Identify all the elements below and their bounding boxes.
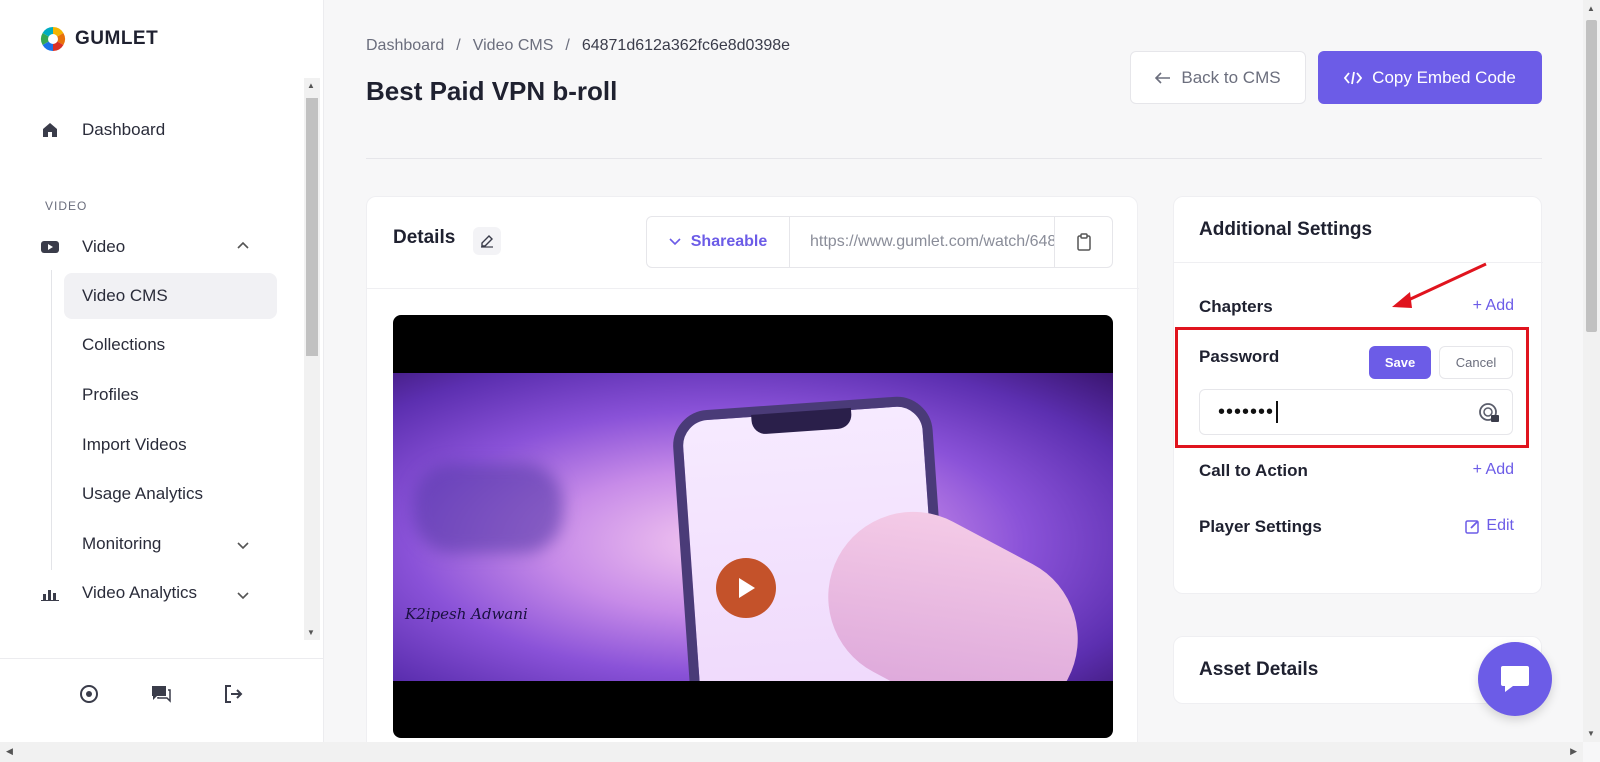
page-title: Best Paid VPN b-roll bbox=[366, 76, 618, 106]
chevron-down-icon[interactable] bbox=[237, 539, 249, 553]
home-icon bbox=[40, 120, 60, 140]
share-mode-dropdown[interactable]: Shareable bbox=[647, 217, 790, 267]
gumlet-logo-icon bbox=[40, 26, 66, 51]
details-header: Details Shareable https://www.gumlet.com… bbox=[367, 197, 1139, 289]
video-icon bbox=[40, 237, 60, 257]
sidebar-item-collections[interactable]: Collections bbox=[64, 322, 277, 368]
breadcrumb-video-cms[interactable]: Video CMS bbox=[473, 37, 554, 55]
edit-details-button[interactable] bbox=[473, 227, 501, 255]
breadcrumb-dashboard[interactable]: Dashboard bbox=[366, 37, 444, 55]
page-scrollbar-vertical[interactable]: ▲ ▼ bbox=[1583, 0, 1600, 742]
code-icon bbox=[1344, 71, 1363, 84]
submenu-line bbox=[51, 270, 52, 570]
breadcrumb-current: 64871d612a362fc6e8d0398e bbox=[581, 37, 791, 54]
logo[interactable]: GUMLET bbox=[40, 26, 158, 52]
copy-embed-code-button[interactable]: Copy Embed Code bbox=[1318, 51, 1542, 104]
share-url-field[interactable]: https://www.gumlet.com/watch/64871d612a3… bbox=[790, 217, 1055, 267]
video-player[interactable]: K2ipesh Adwani bbox=[393, 315, 1113, 738]
breadcrumb: Dashboard / Video CMS / 64871d612a362fc6… bbox=[366, 37, 790, 55]
sidebar-item-label: Usage Analytics bbox=[82, 484, 203, 503]
header-divider bbox=[366, 158, 1542, 159]
back-to-cms-button[interactable]: Back to CMS bbox=[1130, 51, 1306, 104]
blurred-background-shape bbox=[413, 463, 563, 553]
details-title: Details bbox=[393, 227, 456, 248]
chevron-down-icon[interactable] bbox=[237, 589, 249, 603]
scrollbar-thumb[interactable] bbox=[306, 98, 318, 356]
breadcrumb-separator: / bbox=[565, 37, 570, 54]
player-settings-label: Player Settings bbox=[1199, 517, 1322, 536]
breadcrumb-separator: / bbox=[456, 37, 461, 54]
copy-url-button[interactable] bbox=[1055, 217, 1112, 267]
details-card: Details Shareable https://www.gumlet.com… bbox=[366, 196, 1139, 756]
password-highlight-box bbox=[1175, 327, 1529, 448]
sidebar-scrollbar[interactable]: ▲ ▼ bbox=[304, 78, 320, 640]
sidebar-item-label: Video bbox=[82, 237, 126, 256]
scroll-right-arrow-icon[interactable]: ▶ bbox=[1570, 746, 1577, 757]
back-button-label: Back to CMS bbox=[1181, 67, 1281, 87]
call-to-action-label: Call to Action bbox=[1199, 461, 1308, 480]
sidebar-item-label: Collections bbox=[82, 335, 166, 354]
sidebar-item-label: Import Videos bbox=[82, 435, 187, 454]
chat-widget-button[interactable] bbox=[1478, 642, 1552, 716]
play-icon bbox=[739, 578, 755, 598]
support-icon[interactable] bbox=[78, 683, 100, 705]
asset-details-title: Asset Details bbox=[1199, 659, 1319, 680]
sidebar-footer bbox=[0, 658, 324, 742]
red-arrow-annotation-icon bbox=[1392, 262, 1487, 308]
scroll-up-arrow-icon[interactable]: ▲ bbox=[1587, 4, 1595, 13]
video-frame: K2ipesh Adwani bbox=[393, 373, 1113, 681]
sidebar-item-video-analytics[interactable]: Video Analytics bbox=[40, 571, 197, 615]
sidebar-item-label: Video Analytics bbox=[82, 583, 197, 602]
settings-title: Additional Settings bbox=[1199, 219, 1373, 240]
embed-button-label: Copy Embed Code bbox=[1372, 67, 1516, 87]
sidebar-item-dashboard[interactable]: Dashboard bbox=[40, 108, 165, 152]
share-box: Shareable https://www.gumlet.com/watch/6… bbox=[646, 216, 1113, 268]
chevron-up-icon[interactable] bbox=[237, 238, 249, 252]
chapters-label: Chapters bbox=[1199, 297, 1273, 316]
scroll-up-arrow-icon[interactable]: ▲ bbox=[307, 81, 315, 90]
chat-icon[interactable] bbox=[150, 683, 172, 705]
scroll-down-arrow-icon[interactable]: ▼ bbox=[1587, 729, 1595, 738]
brand-name: GUMLET bbox=[75, 28, 159, 49]
scrollbar-thumb[interactable] bbox=[1586, 20, 1597, 332]
chevron-down-icon bbox=[669, 238, 681, 246]
page-scrollbar-horizontal[interactable]: ◀ ▶ bbox=[0, 742, 1583, 762]
scroll-down-arrow-icon[interactable]: ▼ bbox=[307, 628, 315, 637]
edit-icon bbox=[481, 235, 493, 248]
sidebar-item-label: Profiles bbox=[82, 385, 139, 404]
play-button[interactable] bbox=[716, 558, 776, 618]
edit-icon bbox=[1465, 519, 1480, 534]
sidebar-item-video[interactable]: Video bbox=[40, 225, 125, 269]
add-cta-button[interactable]: + Add bbox=[1473, 461, 1514, 479]
sidebar-item-import-videos[interactable]: Import Videos bbox=[64, 422, 277, 468]
share-mode-label: Shareable bbox=[690, 233, 768, 250]
sidebar-item-usage-analytics[interactable]: Usage Analytics bbox=[64, 471, 277, 517]
sidebar-item-label: Monitoring bbox=[82, 534, 162, 553]
section-label-video: VIDEO bbox=[45, 199, 88, 213]
clipboard-icon bbox=[1076, 233, 1091, 251]
arrow-left-icon bbox=[1155, 71, 1171, 84]
sidebar-item-profiles[interactable]: Profiles bbox=[64, 372, 277, 418]
logout-icon[interactable] bbox=[222, 683, 244, 705]
sidebar-item-label: Dashboard bbox=[82, 120, 166, 139]
message-icon bbox=[1501, 666, 1529, 692]
video-signature: K2ipesh Adwani bbox=[405, 605, 528, 623]
edit-player-settings-button[interactable]: Edit bbox=[1465, 517, 1514, 535]
bar-chart-icon bbox=[40, 583, 60, 603]
sidebar-item-label: Video CMS bbox=[82, 286, 168, 305]
sidebar: GUMLET Dashboard VIDEO Video Video CMS C… bbox=[0, 0, 324, 742]
scroll-left-arrow-icon[interactable]: ◀ bbox=[6, 746, 13, 757]
edit-label: Edit bbox=[1486, 517, 1514, 534]
sidebar-item-video-cms[interactable]: Video CMS bbox=[64, 273, 277, 319]
